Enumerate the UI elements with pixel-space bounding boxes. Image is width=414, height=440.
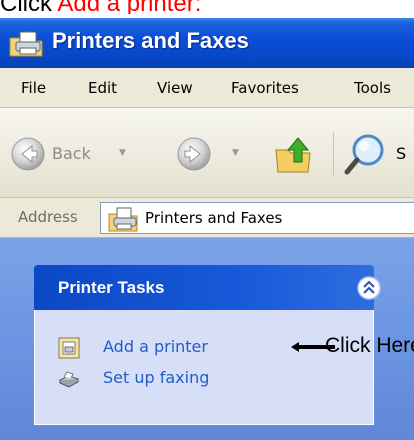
back-arrow-icon[interactable] (10, 136, 46, 172)
printer-tasks-panel: Printer Tasks Add a printer Click Here S… (34, 265, 414, 425)
toolbar: Back ▼ ▼ S (0, 108, 414, 198)
back-dropdown-icon[interactable]: ▼ (119, 148, 127, 158)
fax-icon (58, 371, 80, 388)
task-pane: Printer Tasks Add a printer Click Here S… (0, 238, 414, 440)
address-field[interactable]: Printers and Faxes (100, 202, 414, 234)
printer-tasks-body: Add a printer Click Here Set up faxing (34, 310, 414, 425)
menu-tools[interactable]: Tools (354, 79, 391, 97)
menu-bar: File Edit View Favorites Tools (0, 68, 414, 108)
task-setup-faxing[interactable]: Set up faxing (35, 365, 414, 393)
back-label[interactable]: Back (52, 144, 91, 163)
instruction-prefix: Click (0, 0, 58, 14)
menu-file[interactable]: File (21, 79, 46, 97)
instruction-caption: Click Add a printer: (0, 0, 414, 14)
address-value[interactable]: Printers and Faxes (145, 209, 282, 227)
forward-arrow-icon[interactable] (176, 136, 212, 172)
menu-favorites[interactable]: Favorites (231, 79, 299, 97)
search-icon[interactable] (342, 132, 388, 178)
address-bar: Address Printers and Faxes (0, 198, 414, 238)
address-label: Address (18, 208, 78, 226)
menu-view[interactable]: View (157, 79, 193, 97)
click-here-annotation: Click Here (325, 334, 414, 357)
printer-tasks-header[interactable]: Printer Tasks (34, 265, 381, 310)
search-label[interactable]: S (396, 144, 406, 163)
toolbar-separator (333, 132, 334, 176)
instruction-highlight: Add a printer: (57, 0, 202, 14)
collapse-chevron-icon[interactable] (356, 275, 382, 301)
setup-faxing-link[interactable]: Set up faxing (103, 368, 209, 387)
title-bar[interactable]: Printers and Faxes (0, 18, 414, 68)
window-title: Printers and Faxes (52, 28, 249, 53)
add-printer-link[interactable]: Add a printer (103, 337, 208, 356)
printer-tasks-title: Printer Tasks (58, 278, 165, 297)
add-printer-icon (58, 337, 80, 359)
menu-edit[interactable]: Edit (88, 79, 117, 97)
printer-folder-icon (108, 207, 138, 232)
task-add-printer[interactable]: Add a printer Click Here (35, 334, 414, 362)
printer-folder-icon (9, 31, 43, 57)
forward-dropdown-icon[interactable]: ▼ (232, 148, 239, 158)
up-folder-icon[interactable] (272, 134, 316, 174)
